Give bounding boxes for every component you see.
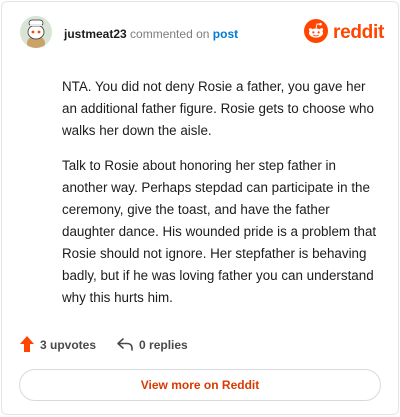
comment-footer: 3 upvotes 0 replies bbox=[19, 335, 188, 355]
reddit-comment-embed: justmeat23 commented on post reddit NTA.… bbox=[1, 1, 399, 415]
reddit-wordmark: reddit bbox=[333, 22, 384, 43]
comment-body: NTA. You did not deny Rosie a father, yo… bbox=[62, 76, 380, 322]
upvote-arrow-icon[interactable] bbox=[19, 335, 35, 356]
reddit-brand[interactable]: reddit bbox=[304, 18, 384, 48]
reply-arrow-icon[interactable] bbox=[116, 336, 134, 355]
reply-stat[interactable]: 0 replies bbox=[116, 336, 188, 355]
snoo-avatar-icon[interactable] bbox=[20, 16, 52, 48]
username-link[interactable]: justmeat23 bbox=[64, 27, 127, 41]
post-link[interactable]: post bbox=[213, 27, 238, 41]
reply-count: 0 replies bbox=[139, 338, 188, 352]
action-text: commented on bbox=[130, 27, 210, 41]
comment-paragraph: Talk to Rosie about honoring her step fa… bbox=[62, 158, 377, 305]
comment-paragraph: NTA. You did not deny Rosie a father, yo… bbox=[62, 79, 374, 138]
view-more-button[interactable]: View more on Reddit bbox=[19, 369, 381, 401]
comment-meta: justmeat23 commented on post bbox=[64, 27, 238, 41]
upvote-stat[interactable]: 3 upvotes bbox=[19, 335, 96, 356]
upvote-count: 3 upvotes bbox=[40, 338, 97, 352]
reddit-logo-icon bbox=[304, 18, 329, 48]
comment-header: justmeat23 commented on post reddit bbox=[20, 16, 384, 56]
